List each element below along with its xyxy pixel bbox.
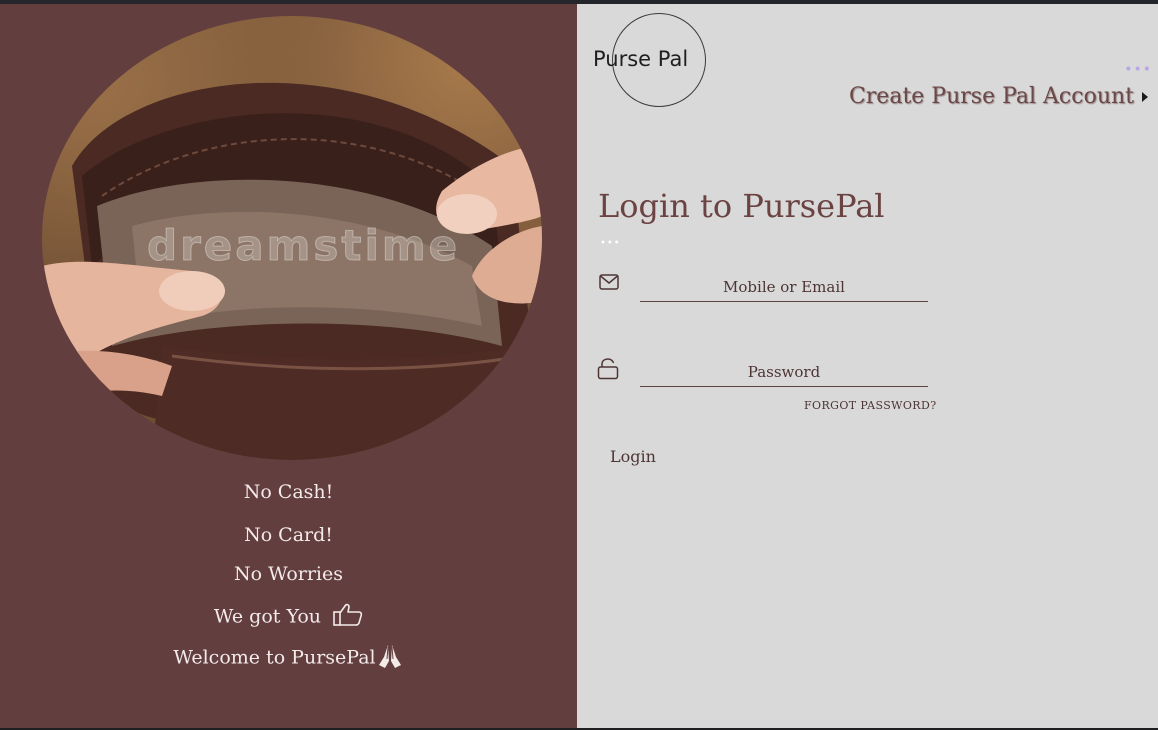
create-account-link[interactable]: Create Purse Pal Account xyxy=(849,84,1148,109)
logo-text: Purse Pal xyxy=(593,47,689,71)
tagline-no-card: No Card! xyxy=(244,524,333,546)
praying-hands-icon xyxy=(376,643,404,674)
tagline-no-cash: No Cash! xyxy=(243,481,334,503)
tagline-we-got-you: We got You xyxy=(213,605,322,628)
forgot-password-link[interactable]: FORGOT PASSWORD? xyxy=(804,399,937,412)
left-panel: dreamstime No Cash! No Card! No Worries … xyxy=(0,4,577,728)
login-title: Login to PursePal xyxy=(598,187,885,225)
lock-icon xyxy=(597,358,619,384)
login-button[interactable]: Login xyxy=(610,447,656,466)
right-panel: Purse Pal ••• Create Purse Pal Account L… xyxy=(577,4,1158,728)
create-account-label: Create Purse Pal Account xyxy=(848,84,1134,109)
more-dots-icon: ••• xyxy=(1124,62,1152,78)
watermark-text: dreamstime xyxy=(146,221,461,271)
title-decoration-dots: ••• xyxy=(600,238,621,249)
tagline-welcome-row: Welcome to PursePal xyxy=(0,643,577,674)
tagline-no-worries: No Worries xyxy=(233,563,344,585)
chevron-right-icon xyxy=(1142,91,1148,102)
hero-image-empty-wallet: dreamstime xyxy=(42,16,542,460)
email-field[interactable] xyxy=(640,273,928,302)
tagline-welcome: Welcome to PursePal xyxy=(173,646,376,669)
password-field[interactable] xyxy=(640,358,928,387)
tagline-we-got-you-row: We got You xyxy=(0,603,577,632)
thumbs-up-icon xyxy=(333,603,363,632)
mail-icon xyxy=(599,274,619,294)
